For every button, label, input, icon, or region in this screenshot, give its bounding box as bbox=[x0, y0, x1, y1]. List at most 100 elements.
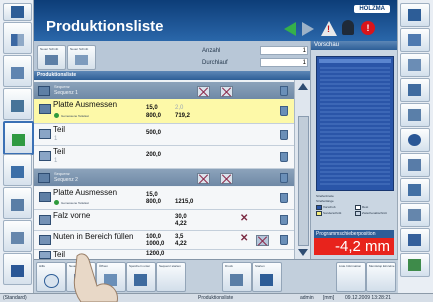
delete-icon[interactable] bbox=[280, 215, 288, 225]
sequence-mark-icon[interactable] bbox=[220, 173, 233, 184]
new-cut-button[interactable]: Neuer Schnitt bbox=[37, 45, 66, 70]
left-toolbar bbox=[0, 0, 34, 302]
right-tool-8[interactable] bbox=[400, 178, 430, 202]
delete-icon[interactable] bbox=[280, 193, 288, 203]
sequence-mark-icon[interactable] bbox=[197, 86, 210, 97]
board-preview bbox=[316, 56, 394, 191]
machine-icon bbox=[11, 265, 24, 277]
warning-icon[interactable] bbox=[321, 21, 337, 36]
list-info-button[interactable]: Liste Information bbox=[336, 262, 366, 292]
legend-swatch bbox=[355, 211, 361, 216]
tool-tile-8[interactable] bbox=[3, 220, 32, 252]
tool-tile-7[interactable] bbox=[3, 187, 32, 219]
right-tool-1[interactable] bbox=[400, 3, 430, 27]
print-button[interactable]: Druck bbox=[222, 262, 252, 292]
list-icon bbox=[11, 100, 24, 112]
new-cut-button-2[interactable]: Neuer Schnitt bbox=[67, 45, 96, 70]
right-tool-11[interactable] bbox=[400, 253, 430, 277]
sequence-row[interactable]: Sequenz Sequenz 1 bbox=[34, 82, 294, 99]
list-item[interactable]: Platte Ausmessen Gemessene Teilelast 15,… bbox=[34, 187, 294, 210]
tool-tile-6[interactable] bbox=[3, 154, 32, 186]
delete-icon[interactable] bbox=[280, 235, 288, 245]
durchlauf-field[interactable]: 1 bbox=[260, 58, 308, 67]
tool-icon bbox=[408, 109, 421, 121]
right-tool-7[interactable] bbox=[400, 153, 430, 177]
list-item[interactable]: Platte Ausmessen Gemessene Teilelast 15,… bbox=[34, 99, 294, 124]
delete-icon[interactable] bbox=[280, 86, 288, 96]
anzahl-field[interactable]: 1 bbox=[260, 46, 308, 55]
status-bar: (Standard) Produktionsliste admin [mm] 0… bbox=[0, 293, 433, 302]
tool-icon bbox=[408, 34, 421, 46]
part-icon bbox=[39, 251, 51, 259]
menu-stop-button[interactable]: Menüstop Einzelne bbox=[366, 262, 396, 292]
tool-tile-2[interactable] bbox=[3, 22, 32, 54]
cut-icon bbox=[75, 55, 88, 65]
sequence-mark-icon[interactable] bbox=[220, 86, 233, 97]
status-profile: (Standard) bbox=[3, 295, 27, 301]
back-arrow-icon[interactable] bbox=[284, 22, 296, 36]
right-tool-5[interactable] bbox=[400, 103, 430, 127]
panel-icon bbox=[39, 104, 51, 114]
tool-icon bbox=[408, 9, 421, 21]
start-sequence-button[interactable]: Sequenz starten bbox=[156, 262, 186, 292]
list-item[interactable]: Teil 1 500,0 bbox=[34, 124, 294, 146]
right-tool-6[interactable] bbox=[400, 128, 430, 152]
forward-arrow-icon[interactable] bbox=[302, 22, 314, 36]
tool-tile-9[interactable] bbox=[3, 253, 32, 285]
tool-icon bbox=[408, 84, 421, 96]
table-icon bbox=[11, 67, 24, 79]
list-toolbar: Neuer Schnitt Neuer Schnitt Anzahl 1 Dur… bbox=[34, 41, 310, 71]
tool-tile-production[interactable] bbox=[3, 121, 34, 155]
delete-icon[interactable] bbox=[280, 173, 288, 183]
cross-icon[interactable]: ✕ bbox=[240, 233, 248, 244]
part-icon bbox=[39, 129, 51, 139]
tool-tile-1[interactable] bbox=[3, 3, 32, 21]
cross-icon[interactable]: ✕ bbox=[240, 213, 248, 224]
groove-tool-icon[interactable] bbox=[256, 235, 269, 246]
tool-icon bbox=[408, 209, 421, 221]
start-button[interactable]: Starten bbox=[252, 262, 282, 292]
scroll-down-icon[interactable] bbox=[298, 249, 308, 256]
scroll-up-icon[interactable] bbox=[298, 83, 308, 90]
sequence-mark-icon[interactable] bbox=[197, 173, 210, 184]
right-tool-10[interactable] bbox=[400, 228, 430, 252]
right-toolbar bbox=[397, 0, 433, 302]
finger-pointer bbox=[73, 253, 118, 302]
app-window: Produktionsliste HOLZMA ! Neuer Schnitt … bbox=[0, 0, 433, 302]
list-item[interactable]: Teil 1 200,0 bbox=[34, 146, 294, 169]
list-scrollbar[interactable] bbox=[294, 80, 311, 259]
anzahl-label: Anzahl bbox=[202, 48, 221, 54]
status-datetime: 09.12.2009 13:28:21 bbox=[345, 295, 391, 301]
sequence-row[interactable]: Sequenz Sequenz 2 bbox=[34, 169, 294, 186]
delete-icon[interactable] bbox=[280, 130, 288, 140]
position-readout: -4,2 mm bbox=[314, 238, 394, 255]
list-item[interactable]: Falz vorne 30,0 4,22 ✕ bbox=[34, 210, 294, 231]
tool-icon bbox=[408, 234, 421, 246]
stop-icon[interactable]: ! bbox=[361, 21, 375, 35]
right-tool-3[interactable] bbox=[400, 53, 430, 77]
save-as-button[interactable]: Speichern unter bbox=[126, 262, 156, 292]
scroll-thumb[interactable] bbox=[298, 116, 309, 246]
delete-icon[interactable] bbox=[280, 106, 288, 116]
legend-swatch bbox=[355, 205, 361, 210]
chart-icon bbox=[11, 166, 24, 178]
page-title: Produktionsliste bbox=[46, 18, 164, 35]
status-dot-icon bbox=[54, 113, 59, 118]
groove-icon bbox=[39, 235, 51, 245]
preview-panel: Vorschau Streifenbreite Streifenlänge Vo… bbox=[310, 41, 399, 259]
list-header: Produktionsliste bbox=[34, 71, 310, 80]
tool-tile-3[interactable] bbox=[3, 55, 32, 87]
delete-icon[interactable] bbox=[280, 152, 288, 162]
list-item[interactable]: Nuten in Bereich füllen 100,0 1000,0 3,5… bbox=[34, 231, 294, 250]
right-tool-9[interactable] bbox=[400, 203, 430, 227]
operator-icon[interactable] bbox=[342, 20, 354, 35]
position-title: Programmschieberposition bbox=[314, 230, 394, 238]
right-tool-2[interactable] bbox=[400, 28, 430, 52]
rebate-icon bbox=[39, 215, 51, 225]
help-button[interactable]: Hilfe bbox=[36, 262, 66, 292]
right-tool-4[interactable] bbox=[400, 78, 430, 102]
gear-icon bbox=[408, 134, 421, 146]
start-icon bbox=[260, 274, 273, 286]
status-dot-icon bbox=[54, 200, 59, 205]
tool-tile-4[interactable] bbox=[3, 88, 32, 120]
